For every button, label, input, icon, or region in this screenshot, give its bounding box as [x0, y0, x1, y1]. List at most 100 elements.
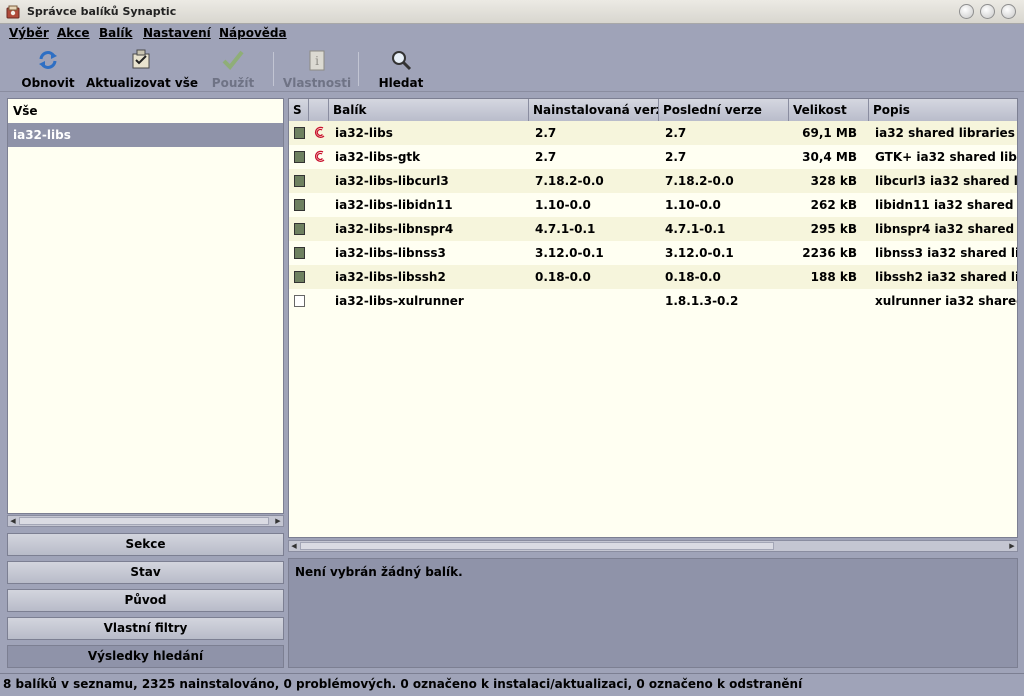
apply-button[interactable]: Použít	[206, 48, 260, 90]
package-name-cell: ia32-libs-libidn11	[335, 198, 453, 212]
section-list: Vše ia32-libs	[7, 98, 284, 514]
package-name-cell: ia32-libs-libnss3	[335, 246, 446, 260]
menu-bar: Výběr Akce Balík Nastavení Nápověda	[0, 24, 1024, 44]
title-bar: Správce balíků Synaptic	[0, 0, 1024, 24]
section-item-all[interactable]: Vše	[8, 99, 283, 123]
package-status-checkbox[interactable]	[294, 127, 305, 139]
table-row[interactable]: ia32-libs-libssh2 0.18-0.0 0.18-0.0 188 kB l…	[289, 265, 1017, 289]
package-description-panel: Není vybrán žádný balík.	[288, 558, 1018, 668]
latest-version-cell: 0.18-0.0	[665, 270, 721, 284]
scroll-thumb[interactable]	[19, 517, 269, 525]
search-label: Hledat	[378, 76, 424, 90]
reload-button[interactable]: Obnovit	[18, 48, 78, 90]
custom-filters-button[interactable]: Vlastní filtry	[7, 617, 284, 640]
size-cell: 328 kB	[810, 174, 857, 188]
properties-icon: i	[309, 50, 325, 71]
latest-version-cell: 1.10-0.0	[665, 198, 721, 212]
column-header-support[interactable]	[309, 99, 329, 122]
debian-swirl-icon	[314, 126, 325, 139]
package-status-checkbox[interactable]	[294, 295, 305, 307]
search-results-button[interactable]: Výsledky hledání	[7, 645, 284, 668]
status-text: 8 balíků v seznamu, 2325 nainstalováno, …	[3, 677, 803, 691]
description-cell: libnspr4 ia32 shared lib	[875, 222, 1017, 236]
latest-version-cell: 4.7.1-0.1	[665, 222, 726, 236]
size-cell: 188 kB	[810, 270, 857, 284]
installed-version-cell: 4.7.1-0.1	[535, 222, 596, 236]
table-row[interactable]: ia32-libs-xulrunner 1.8.1.3-0.2 xulrunner …	[289, 289, 1017, 313]
column-header-latest-version[interactable]: Poslední verze	[659, 99, 789, 122]
section-list-hscrollbar[interactable]: ◀ ▶	[7, 515, 284, 527]
table-row[interactable]: ia32-libs-libidn11 1.10-0.0 1.10-0.0 262 kB…	[289, 193, 1017, 217]
menu-napoveda[interactable]: Nápověda	[219, 26, 287, 40]
section-item-ia32-libs[interactable]: ia32-libs	[8, 123, 283, 147]
package-name-cell: ia32-libs-libnspr4	[335, 222, 454, 236]
apply-label: Použít	[211, 76, 255, 90]
origin-filter-button[interactable]: Původ	[7, 589, 284, 612]
latest-version-cell: 2.7	[665, 150, 687, 164]
scroll-right-icon[interactable]: ▶	[1007, 541, 1017, 551]
table-row[interactable]: ia32-libs-libcurl3 7.18.2-0.0 7.18.2-0.0 32…	[289, 169, 1017, 193]
menu-akce[interactable]: Akce	[57, 26, 90, 40]
installed-version-cell	[535, 289, 655, 313]
table-row[interactable]: ia32-libs-libnss3 3.12.0-0.1 3.12.0-0.1 223…	[289, 241, 1017, 265]
latest-version-cell: 1.8.1.3-0.2	[665, 294, 739, 308]
package-name-cell: ia32-libs-libssh2	[335, 270, 446, 284]
description-cell: libnss3 ia32 shared lib	[875, 246, 1017, 260]
package-table-hscrollbar[interactable]: ◀ ▶	[288, 540, 1018, 552]
table-row[interactable]: ia32-libs-libnspr4 4.7.1-0.1 4.7.1-0.1 295 …	[289, 217, 1017, 241]
package-name-cell: ia32-libs-libcurl3	[335, 174, 449, 188]
status-filter-button[interactable]: Stav	[7, 561, 284, 584]
scroll-thumb[interactable]	[300, 542, 774, 550]
apply-check-icon	[222, 50, 244, 70]
column-header-size[interactable]: Velikost	[789, 99, 869, 122]
package-status-checkbox[interactable]	[294, 223, 305, 235]
menu-balik[interactable]: Balík	[99, 26, 132, 40]
installed-version-cell: 0.18-0.0	[535, 270, 591, 284]
installed-version-cell: 2.7	[535, 126, 557, 140]
column-header-status[interactable]: S	[289, 99, 309, 122]
scroll-left-icon[interactable]: ◀	[289, 541, 299, 551]
maximize-button[interactable]	[980, 4, 995, 19]
description-cell: ia32 shared libraries f	[875, 126, 1017, 140]
menu-vyber[interactable]: Výběr	[9, 26, 49, 40]
close-button[interactable]	[1001, 4, 1016, 19]
installed-version-cell: 3.12.0-0.1	[535, 246, 604, 260]
search-icon	[392, 51, 412, 71]
svg-text:i: i	[315, 54, 319, 68]
installed-version-cell: 2.7	[535, 150, 557, 164]
scroll-left-icon[interactable]: ◀	[8, 516, 18, 526]
package-name-cell: ia32-libs-xulrunner	[335, 294, 464, 308]
synaptic-app-icon	[6, 5, 20, 19]
column-header-installed-version[interactable]: Nainstalovaná verz	[529, 99, 659, 122]
minimize-button[interactable]	[959, 4, 974, 19]
column-header-package[interactable]: Balík	[329, 99, 529, 122]
upgrade-all-button[interactable]: Aktualizovat vše	[86, 48, 199, 90]
menu-nastaveni[interactable]: Nastavení	[143, 26, 211, 40]
package-status-checkbox[interactable]	[294, 151, 305, 163]
table-row[interactable]: ia32-libs-gtk 2.7 2.7 30,4 MB GTK+ ia32 shar…	[289, 145, 1017, 169]
latest-version-cell: 7.18.2-0.0	[665, 174, 734, 188]
size-cell: 30,4 MB	[802, 150, 857, 164]
package-table: S Balík Nainstalovaná verz Poslední verz…	[288, 98, 1018, 538]
properties-button[interactable]: i Vlastnosti	[282, 48, 352, 90]
scroll-right-icon[interactable]: ▶	[273, 516, 283, 526]
toolbar: Obnovit Aktualizovat vše Použít i Vlastn…	[0, 44, 1024, 92]
search-button[interactable]: Hledat	[374, 48, 428, 90]
toolbar-separator-2	[358, 52, 359, 86]
debian-swirl-icon	[314, 150, 325, 163]
upgrade-all-icon	[132, 49, 150, 69]
installed-version-cell: 1.10-0.0	[535, 198, 591, 212]
column-header-description[interactable]: Popis	[869, 99, 1017, 122]
package-status-checkbox[interactable]	[294, 199, 305, 211]
latest-version-cell: 3.12.0-0.1	[665, 246, 734, 260]
package-status-checkbox[interactable]	[294, 247, 305, 259]
table-row[interactable]: ia32-libs 2.7 2.7 69,1 MB ia32 shared librar…	[289, 121, 1017, 145]
package-status-checkbox[interactable]	[294, 271, 305, 283]
description-cell: GTK+ ia32 shared libra	[875, 150, 1017, 164]
sections-filter-button[interactable]: Sekce	[7, 533, 284, 556]
properties-label: Vlastnosti	[282, 76, 352, 90]
size-cell: 69,1 MB	[802, 126, 857, 140]
upgrade-all-label: Aktualizovat vše	[86, 76, 199, 90]
package-status-checkbox[interactable]	[294, 175, 305, 187]
status-bar: 8 balíků v seznamu, 2325 nainstalováno, …	[0, 673, 1024, 696]
